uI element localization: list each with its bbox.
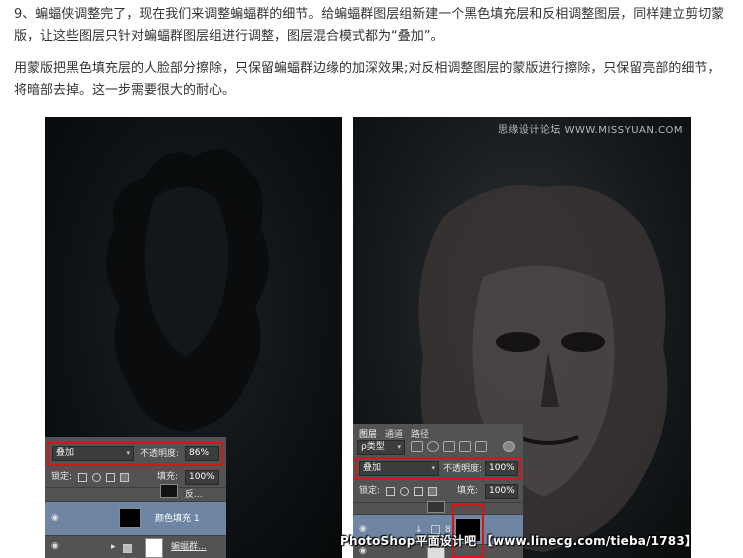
layer-thumbnail (427, 501, 445, 513)
blend-mode-value: 叠加 (56, 448, 75, 458)
filter-adjustment-icon[interactable] (427, 441, 439, 452)
footer-watermark: PhotoShop平面设计吧 【www.linecg.com/tieba/178… (340, 534, 698, 548)
fill-label: 填充: (457, 486, 479, 496)
lock-transparent-icon[interactable] (78, 473, 87, 482)
layers-panel-left: 叠加 ▾ 不透明度: 86% 锁定: 填充: 100% 反... ◉ 颜色填充 … (45, 437, 226, 558)
blend-mode-value: 叠加 (363, 463, 382, 473)
filter-toggle-icon[interactable] (503, 441, 515, 452)
lock-transparent-icon[interactable] (386, 487, 395, 496)
filter-value: ρ类型 (361, 442, 385, 452)
layer-filter-select[interactable]: ρ类型 ▾ (357, 440, 405, 455)
chevron-down-icon: ▾ (126, 449, 130, 457)
opacity-input[interactable]: 86% (185, 446, 219, 461)
fill-label: 填充: (157, 472, 179, 482)
lock-move-icon[interactable] (106, 473, 115, 482)
layer-row-partial[interactable] (353, 501, 523, 514)
lock-move-icon[interactable] (414, 487, 423, 496)
layer-row-bat-group[interactable]: ◉ ▸ 蝙蝠群... (45, 535, 226, 558)
opacity-input[interactable]: 100% (485, 461, 518, 476)
layer-name: 颜色填充 1 (155, 514, 200, 524)
bat-swarm-silhouette (106, 149, 269, 432)
layer-row-invert[interactable]: 反... (45, 484, 226, 501)
blend-mode-select[interactable]: 叠加 ▾ (52, 446, 134, 461)
folder-icon (123, 544, 132, 553)
instruction-paragraph-2: 用蒙版把黑色填充层的人脸部分擦除，只保留蝙蝠群边缘的加深效果;对反相调整图层的蒙… (14, 61, 721, 98)
layer-name: 反... (185, 490, 203, 500)
lock-all-icon[interactable] (428, 487, 437, 496)
fill-input[interactable]: 100% (185, 470, 219, 485)
lock-brush-icon[interactable] (400, 487, 409, 496)
filter-type-icon[interactable] (443, 441, 455, 452)
tab-channels[interactable]: 通道 (385, 427, 403, 440)
blend-mode-select[interactable]: 叠加 ▾ (359, 461, 439, 476)
chevron-down-icon: ▾ (397, 443, 401, 451)
lock-label: 锁定: (51, 472, 73, 482)
fill-input[interactable]: 100% (485, 484, 518, 499)
lock-all-icon[interactable] (120, 473, 129, 482)
opacity-label: 不透明度: (140, 449, 180, 459)
layer-mask-thumbnail (160, 484, 178, 498)
site-watermark: 思缘设计论坛 WWW.MISSYUAN.COM (497, 125, 683, 136)
layer-name: 蝙蝠群... (171, 542, 207, 552)
group-mask-thumbnail (145, 538, 163, 558)
chevron-down-icon: ▾ (431, 464, 435, 472)
filter-shape-icon[interactable] (459, 441, 471, 452)
lock-brush-icon[interactable] (92, 473, 101, 482)
layer-thumbnail (119, 508, 141, 528)
tab-paths[interactable]: 路径 (411, 427, 429, 440)
tab-layers[interactable]: 图层 (359, 427, 377, 440)
opacity-label: 不透明度: (443, 464, 483, 474)
layer-row-color-fill[interactable]: ◉ 颜色填充 1 (45, 501, 226, 535)
eye-icon[interactable]: ◉ (51, 541, 59, 551)
instruction-paragraph-1: 9、蝙蝠侠调整完了，现在我们来调整蝙蝠群的细节。给蝙蝠群图层组新建一个黑色填充层… (14, 7, 725, 44)
eye-icon[interactable]: ◉ (51, 513, 59, 523)
filter-smart-icon[interactable] (475, 441, 487, 452)
filter-pixel-icon[interactable] (411, 441, 423, 452)
group-chevron-icon[interactable]: ▸ (111, 540, 116, 554)
lock-label: 锁定: (359, 486, 381, 496)
